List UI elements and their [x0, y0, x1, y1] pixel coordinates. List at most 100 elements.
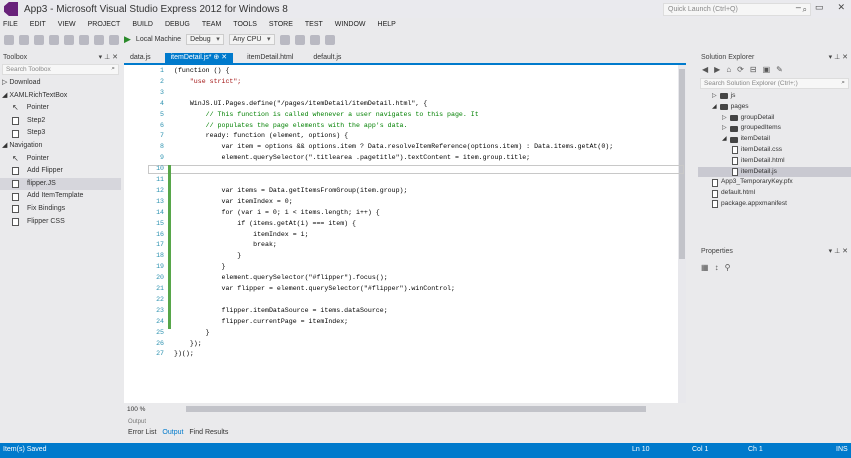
toolbox-item[interactable]: ◢ XAMLRichTextBox	[0, 90, 121, 103]
toolbox-item[interactable]: Add Flipper	[0, 165, 121, 178]
expand-arrow-icon[interactable]: ◢	[712, 102, 717, 113]
close-button[interactable]: ✕	[837, 2, 845, 13]
solution-tree-item[interactable]: App3_TemporaryKey.pfx	[698, 177, 851, 188]
menu-item-file[interactable]: FILE	[3, 21, 18, 28]
code-line[interactable]: (function () {	[174, 67, 229, 74]
code-line[interactable]: }	[174, 263, 225, 270]
minimize-button[interactable]: –	[796, 2, 801, 13]
menu-item-window[interactable]: WINDOW	[335, 21, 366, 28]
menu-item-store[interactable]: STORE	[269, 21, 293, 28]
code-line[interactable]: // populates the page elements with the …	[174, 122, 408, 129]
code-line[interactable]: flipper.itemDataSource = items.dataSourc…	[174, 307, 387, 314]
configuration-dropdown[interactable]: Debug	[186, 34, 224, 45]
solution-tree-item[interactable]: ◢ pages	[698, 102, 851, 113]
document-tab[interactable]: itemDetail.html	[241, 53, 299, 63]
solution-tree-item[interactable]: itemDetail.css	[698, 145, 851, 156]
tab-output[interactable]: Output	[162, 429, 183, 436]
menu-item-debug[interactable]: DEBUG	[165, 21, 190, 28]
zoom-level[interactable]: 100 %	[127, 406, 145, 413]
toolbox-item[interactable]: Step2	[0, 115, 121, 128]
bookmark-icon[interactable]	[324, 34, 335, 45]
pin-icon[interactable]: ▾ ⊥ ✕	[99, 53, 118, 61]
alphabetical-icon[interactable]: ↕	[715, 263, 719, 272]
code-line[interactable]: break;	[174, 241, 277, 248]
maximize-button[interactable]: ▭	[815, 2, 824, 13]
expand-arrow-icon[interactable]: ▷	[722, 123, 727, 134]
solution-explorer-search-input[interactable]: Search Solution Explorer (Ctrl+;) ⌕	[700, 78, 849, 89]
breakpoint-icon[interactable]	[279, 34, 290, 45]
menu-item-build[interactable]: BUILD	[132, 21, 153, 28]
code-line[interactable]: if (items.getAt(i) === item) {	[174, 220, 356, 227]
solution-tree-item[interactable]: ▷ js	[698, 91, 851, 102]
quick-launch-input[interactable]: Quick Launch (Ctrl+Q) ⌕	[663, 3, 811, 16]
expand-arrow-icon[interactable]: ◢	[722, 134, 727, 145]
home-icon[interactable]: ⌂	[726, 65, 731, 74]
code-editor[interactable]: 1 (function () {2 "use strict"; 3 4 WinJS.U…	[124, 63, 686, 403]
code-line[interactable]: });	[174, 340, 202, 347]
back-icon[interactable]	[4, 34, 14, 45]
menu-item-project[interactable]: PROJECT	[88, 21, 121, 28]
code-line[interactable]: var itemIndex = 0;	[174, 198, 292, 205]
open-file-icon[interactable]	[49, 34, 59, 45]
categorized-icon[interactable]: ▦	[701, 263, 709, 272]
save-all-icon[interactable]	[79, 34, 89, 45]
code-line[interactable]: for (var i = 0; i < items.length; i++) {	[174, 209, 379, 216]
comment-icon[interactable]	[294, 34, 305, 45]
collapse-all-icon[interactable]: ⊟	[750, 65, 757, 74]
solution-tree-item[interactable]: package.appxmanifest	[698, 199, 851, 210]
solution-tree-item[interactable]: itemDetail.html	[698, 156, 851, 167]
toolbox-search-input[interactable]: Search Toolbox ⌕	[2, 64, 119, 75]
properties-icon[interactable]: ✎	[776, 65, 783, 74]
document-tab[interactable]: itemDetail.js* ⊕ ✕	[164, 53, 234, 63]
property-pages-icon[interactable]: ⚲	[725, 263, 731, 272]
menu-item-edit[interactable]: EDIT	[30, 21, 46, 28]
toolbox-item[interactable]: Flipper CSS	[0, 216, 121, 229]
code-line[interactable]: })();	[174, 350, 194, 357]
menu-item-tools[interactable]: TOOLS	[233, 21, 257, 28]
uncomment-icon[interactable]	[309, 34, 320, 45]
toolbox-item[interactable]: Step3	[0, 127, 121, 140]
code-line[interactable]: }	[174, 252, 241, 259]
undo-icon[interactable]	[94, 34, 104, 45]
solution-tree-item[interactable]: ▷ groupedItems	[698, 123, 851, 134]
code-line[interactable]: var flipper = element.querySelector("#fl…	[174, 285, 454, 292]
forward-icon[interactable]: ▶	[714, 65, 720, 74]
show-all-files-icon[interactable]: ▣	[763, 65, 771, 74]
code-line[interactable]: flipper.currentPage = itemIndex;	[174, 318, 348, 325]
tab-find-results[interactable]: Find Results	[189, 429, 228, 436]
code-line[interactable]: // This function is called whenever a us…	[174, 111, 479, 118]
horizontal-scrollbar[interactable]	[186, 406, 646, 412]
toolbox-item[interactable]: Add ItemTemplate	[0, 190, 121, 203]
document-tab[interactable]: data.js	[124, 53, 157, 63]
menu-item-view[interactable]: VIEW	[58, 21, 76, 28]
solution-tree-item[interactable]: default.html	[698, 188, 851, 199]
sync-icon[interactable]: ⟳	[737, 65, 744, 74]
menu-item-team[interactable]: TEAM	[202, 21, 221, 28]
solution-tree-item[interactable]: itemDetail.js	[698, 166, 851, 178]
platform-dropdown[interactable]: Any CPU	[228, 34, 275, 45]
scroll-thumb[interactable]	[679, 69, 685, 259]
back-icon[interactable]: ◀	[702, 65, 708, 74]
expand-arrow-icon[interactable]: ▷	[722, 113, 727, 124]
code-line[interactable]: var items = Data.getItemsFromGroup(item.…	[174, 187, 407, 194]
code-line[interactable]: ready: function (element, options) {	[174, 132, 348, 139]
toolbox-item[interactable]: ◢ Navigation	[0, 140, 121, 153]
run-target[interactable]: Local Machine	[136, 36, 181, 43]
toolbox-item[interactable]: ↖ Pointer	[0, 102, 121, 115]
pin-icon[interactable]: ▾ ⊥ ✕	[829, 53, 848, 61]
pin-icon[interactable]: ▾ ⊥ ✕	[829, 247, 848, 255]
menu-item-test[interactable]: TEST	[305, 21, 323, 28]
solution-tree-item[interactable]: ◢ itemDetail	[698, 134, 851, 145]
code-line[interactable]: "use strict";	[174, 78, 241, 85]
code-line[interactable]: }	[174, 329, 210, 336]
redo-icon[interactable]	[109, 34, 119, 45]
code-line[interactable]: element.querySelector("#flipper").focus(…	[174, 274, 387, 281]
code-line[interactable]: itemIndex = i;	[174, 231, 308, 238]
document-tab[interactable]: default.js	[307, 53, 347, 63]
code-line[interactable]: element.querySelector(".titlearea .paget…	[174, 154, 530, 161]
solution-tree-item[interactable]: ▷ groupDetail	[698, 113, 851, 124]
tab-error-list[interactable]: Error List	[128, 429, 156, 436]
expand-arrow-icon[interactable]: ▷	[712, 91, 717, 102]
toolbox-item[interactable]: ▷ Download	[0, 77, 121, 90]
menu-item-help[interactable]: HELP	[378, 21, 396, 28]
